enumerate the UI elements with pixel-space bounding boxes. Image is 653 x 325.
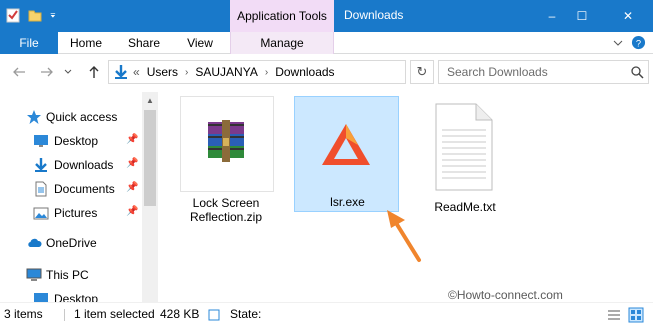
scroll-up-icon[interactable]: ▲: [142, 92, 158, 108]
maximize-button[interactable]: ☐: [562, 0, 602, 32]
warning-triangle-app-icon: [322, 124, 370, 165]
large-icons-view-icon[interactable]: [628, 307, 644, 323]
file-name-line: Reflection.zip: [189, 210, 263, 224]
divider: [64, 309, 65, 321]
search-input[interactable]: Search Downloads: [438, 60, 649, 84]
arrow-left-icon: [13, 67, 25, 77]
pictures-icon: [33, 207, 49, 220]
sidebar-item-label: This PC: [46, 268, 89, 282]
tab-manage[interactable]: Manage: [230, 32, 334, 54]
file-name: ReadMe.txt: [434, 200, 496, 214]
up-button[interactable]: [85, 63, 103, 81]
pointer-arrow-icon: [387, 210, 421, 262]
watermark: ©Howto-connect.com: [448, 288, 563, 302]
back-button[interactable]: [10, 63, 28, 81]
pin-icon[interactable]: 📌: [126, 134, 138, 146]
item-count: 3 items: [4, 307, 43, 321]
sidebar-item-label: Downloads: [54, 158, 114, 172]
tab-file[interactable]: File: [0, 32, 58, 54]
details-view-icon[interactable]: [606, 307, 622, 323]
selection-size: 428 KB: [160, 307, 200, 321]
download-icon: [35, 158, 47, 172]
desktop-icon: [34, 135, 48, 147]
file-name-line: Lock Screen: [192, 196, 260, 210]
computer-icon: [26, 268, 42, 281]
sidebar-item-label: Desktop: [54, 292, 99, 302]
sidebar-item-label: Quick access: [46, 110, 118, 124]
properties-icon[interactable]: [6, 7, 20, 23]
recent-locations-button[interactable]: [62, 63, 74, 81]
file-name: lsr.exe: [330, 195, 365, 209]
text-file-icon: [435, 103, 493, 191]
sidebar-item-this-pc[interactable]: This PC: [0, 264, 158, 286]
state-label: State:: [230, 307, 262, 321]
sidebar-item-documents[interactable]: Documents 📌: [0, 178, 158, 200]
ribbon-tabs: File Home Share View Manage ?: [0, 32, 653, 54]
close-button[interactable]: ✕: [608, 0, 648, 32]
context-tab-header: Application Tools: [230, 0, 334, 32]
sidebar-item-label: OneDrive: [46, 236, 97, 250]
file-item-exe[interactable]: lsr.exe: [294, 96, 399, 212]
refresh-button[interactable]: ↻: [410, 60, 434, 84]
arrow-right-icon: [41, 67, 53, 77]
quick-access-toolbar: [6, 7, 59, 23]
address-bar[interactable]: « Users › SAUJANYA › Downloads: [108, 60, 406, 84]
breadcrumb-saujanya[interactable]: SAUJANYA: [195, 65, 257, 79]
sidebar-item-label: Desktop: [54, 134, 99, 148]
forward-button[interactable]: [38, 63, 56, 81]
document-icon: [35, 181, 47, 197]
arrow-up-icon: [89, 66, 99, 78]
view-mode-icon: [208, 309, 220, 321]
winrar-archive-icon: [208, 120, 244, 162]
refresh-icon: ↻: [416, 64, 428, 79]
title-bar: Application Tools Downloads – ☐ ✕: [0, 0, 653, 32]
pin-icon[interactable]: 📌: [126, 158, 138, 170]
star-icon: [27, 110, 41, 124]
navigation-bar: « Users › SAUJANYA › Downloads ↻ Search …: [0, 54, 653, 90]
tab-share[interactable]: Share: [116, 32, 172, 54]
new-folder-icon[interactable]: [28, 7, 42, 23]
desktop-icon: [34, 293, 48, 302]
sidebar-item-onedrive[interactable]: OneDrive: [0, 232, 158, 254]
chevron-right-icon[interactable]: ›: [265, 67, 268, 78]
sidebar-item-label: Documents: [54, 182, 115, 196]
file-item-zip[interactable]: Lock Screen Reflection.zip: [178, 96, 274, 224]
sidebar-item-downloads[interactable]: Downloads 📌: [0, 154, 158, 176]
file-list: Lock Screen Reflection.zip lsr.exe ReadM…: [160, 92, 653, 302]
sidebar-item-pictures[interactable]: Pictures 📌: [0, 202, 158, 224]
address-overflow[interactable]: «: [133, 65, 140, 79]
tab-home[interactable]: Home: [58, 32, 114, 54]
search-icon: [631, 66, 644, 79]
sidebar-item-desktop[interactable]: Desktop 📌: [0, 130, 158, 152]
help-icon[interactable]: ?: [631, 35, 646, 50]
download-icon: [115, 65, 127, 79]
scrollbar-thumb[interactable]: [144, 110, 156, 206]
breadcrumb-users[interactable]: Users: [147, 65, 178, 79]
sidebar-item-label: Pictures: [54, 206, 98, 220]
breadcrumb-downloads[interactable]: Downloads: [275, 65, 334, 79]
window-title: Downloads: [344, 8, 404, 22]
navigation-scrollbar[interactable]: ▲: [142, 92, 158, 302]
chevron-down-icon: [64, 69, 72, 74]
pin-icon[interactable]: 📌: [126, 206, 138, 218]
pin-icon[interactable]: 📌: [126, 182, 138, 194]
cloud-icon: [28, 238, 42, 247]
chevron-right-icon[interactable]: ›: [185, 67, 188, 78]
navigation-pane: Quick access Desktop 📌 Downloads 📌 Docum…: [0, 92, 158, 302]
sidebar-item-quick-access[interactable]: Quick access: [0, 106, 158, 128]
svg-text:?: ?: [636, 38, 641, 48]
sidebar-item-desktop-pc[interactable]: Desktop: [0, 288, 158, 302]
file-item-txt[interactable]: ReadMe.txt: [432, 96, 498, 214]
status-bar: 3 items 1 item selected 428 KB State:: [0, 302, 653, 325]
customize-qat-icon[interactable]: [50, 7, 59, 23]
chevron-down-icon[interactable]: [613, 38, 623, 48]
tab-view[interactable]: View: [174, 32, 226, 54]
selection-count: 1 item selected: [74, 307, 155, 321]
